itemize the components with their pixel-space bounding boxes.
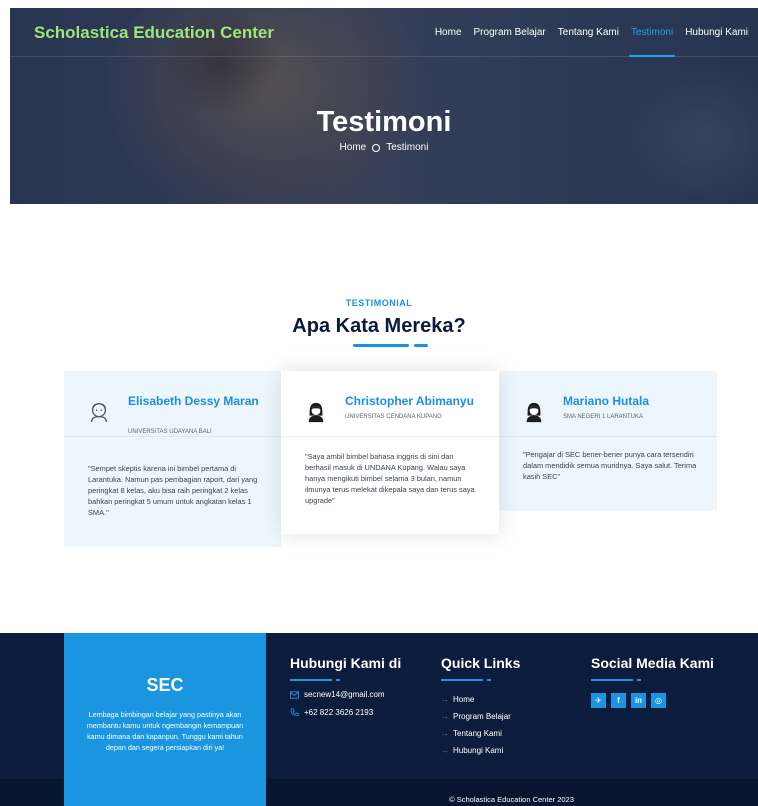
twitter-icon[interactable]: ✈ — [591, 693, 606, 708]
linkedin-icon[interactable]: in — [631, 693, 646, 708]
footer-link-program-belajar[interactable]: → Program Belajar — [441, 712, 520, 721]
testimonial-card-2: Christopher Abimanyu UNIVERSITAS CENDANA… — [281, 371, 499, 534]
instagram-icon[interactable]: ◎ — [651, 693, 666, 708]
nav-testimoni[interactable]: Testimoni — [628, 27, 676, 57]
footer-title-underline — [591, 679, 641, 681]
footer-email[interactable]: secnew14@gmail.com — [290, 690, 401, 699]
footer-phone[interactable]: +62 822 3626 2193 — [290, 708, 401, 717]
breadcrumb-current: Testimoni — [386, 142, 429, 153]
breadcrumb: Home Testimoni — [10, 142, 758, 153]
footer-link-label: Hubungi Kami — [453, 746, 504, 755]
footer-copyright: © Scholastica Education Center 2023 — [449, 795, 574, 804]
brand-logo-text[interactable]: Scholastica Education Center — [34, 23, 274, 43]
footer-title-underline — [290, 679, 340, 681]
testimonial-card-header: Mariano Hutala SMA NEGERI 1 LARANTUKA — [499, 371, 717, 437]
testimonial-name: Christopher Abimanyu — [345, 394, 474, 408]
testimonial-quote: "Pengajar di SEC bener-bener punya cara … — [523, 450, 697, 481]
female-solid-avatar-icon — [526, 402, 542, 423]
footer-link-label: Home — [453, 695, 475, 704]
page-title: Testimoni — [316, 106, 452, 138]
testimonial-card-3: Mariano Hutala SMA NEGERI 1 LARANTUKA "P… — [499, 371, 717, 511]
footer-contact-column: Hubungi Kami di secnew14@gmail.com +62 8… — [290, 655, 401, 717]
footer-contact-title: Hubungi Kami di — [290, 655, 402, 671]
footer-social-title: Social Media Kami — [591, 655, 714, 671]
testimonial-card-header: Christopher Abimanyu UNIVERSITAS CENDANA… — [281, 371, 499, 437]
footer-link-home[interactable]: → Home — [441, 695, 520, 704]
testimonial-card-1: Elisabeth Dessy Maran UNIVERSITAS UDAYAN… — [64, 371, 281, 547]
footer-link-tentang-kami[interactable]: → Tentang Kami — [441, 729, 520, 738]
footer-link-label: Tentang Kami — [453, 729, 502, 738]
arrow-right-icon: → — [441, 746, 449, 755]
section-title: Apa Kata Mereka? — [292, 315, 466, 337]
footer-email-text: secnew14@gmail.com — [304, 690, 385, 699]
breadcrumb-separator-icon — [372, 143, 381, 152]
arrow-right-icon: → — [441, 712, 449, 721]
female-outline-avatar-icon — [91, 403, 107, 423]
footer-title-underline — [441, 679, 491, 681]
female-solid-avatar-icon — [308, 402, 324, 423]
testimonial-name: Elisabeth Dessy Maran — [128, 394, 259, 408]
nav-hubungi-kami[interactable]: Hubungi Kami — [685, 27, 748, 38]
nav-tentang-kami[interactable]: Tentang Kami — [558, 27, 619, 38]
testimonial-school: UNIVERSITAS UDAYANA BALI — [128, 429, 212, 435]
facebook-icon[interactable]: f — [611, 693, 626, 708]
footer-about-box: SEC Lembaga bimbingan belajar yang pasti… — [64, 633, 266, 806]
arrow-right-icon: → — [441, 729, 449, 738]
phone-icon — [290, 708, 299, 717]
email-icon — [290, 690, 299, 699]
testimonial-school: SMA NEGERI 1 LARANTUKA — [563, 414, 644, 420]
footer-quicklinks-title: Quick Links — [441, 655, 521, 671]
testimonial-card-header: Elisabeth Dessy Maran UNIVERSITAS UDAYAN… — [64, 371, 281, 437]
arrow-right-icon: → — [441, 695, 449, 704]
main-nav: Home Program Belajar Tentang Kami Testim… — [435, 27, 748, 57]
social-links: ✈ f in ◎ — [591, 693, 714, 708]
testimonial-quote: "Sempet skeptis karena ini bimbel pertam… — [88, 464, 258, 517]
footer-social-column: Social Media Kami ✈ f in ◎ — [591, 655, 714, 708]
testimonial-school: UNIVERSITAS CENDANA KUPANG — [345, 414, 442, 420]
testimonial-quote: "Saya ambil bimbel bahasa inggris di sin… — [305, 452, 475, 505]
section-subtitle: TESTIMONIAL — [345, 298, 413, 308]
hero-banner: Scholastica Education Center Home Progra… — [10, 8, 758, 204]
footer-link-label: Program Belajar — [453, 712, 511, 721]
footer-link-hubungi-kami[interactable]: → Hubungi Kami — [441, 746, 520, 755]
section-underline-dash — [414, 344, 428, 347]
nav-home[interactable]: Home — [435, 27, 462, 38]
footer-quicklinks-list: → Home → Program Belajar → Tentang Kami … — [441, 695, 520, 755]
footer-about-text: Lembaga bimbingan belajar yang pastinya … — [86, 710, 244, 752]
nav-program-belajar[interactable]: Program Belajar — [474, 27, 546, 38]
site-footer: SEC Lembaga bimbingan belajar yang pasti… — [0, 633, 758, 806]
breadcrumb-home[interactable]: Home — [340, 142, 367, 153]
testimonial-name: Mariano Hutala — [563, 394, 650, 408]
footer-about-title: SEC — [146, 675, 184, 695]
footer-quicklinks-column: Quick Links → Home → Program Belajar → T… — [441, 655, 520, 755]
footer-phone-text: +62 822 3626 2193 — [304, 708, 374, 717]
section-underline — [353, 344, 409, 347]
